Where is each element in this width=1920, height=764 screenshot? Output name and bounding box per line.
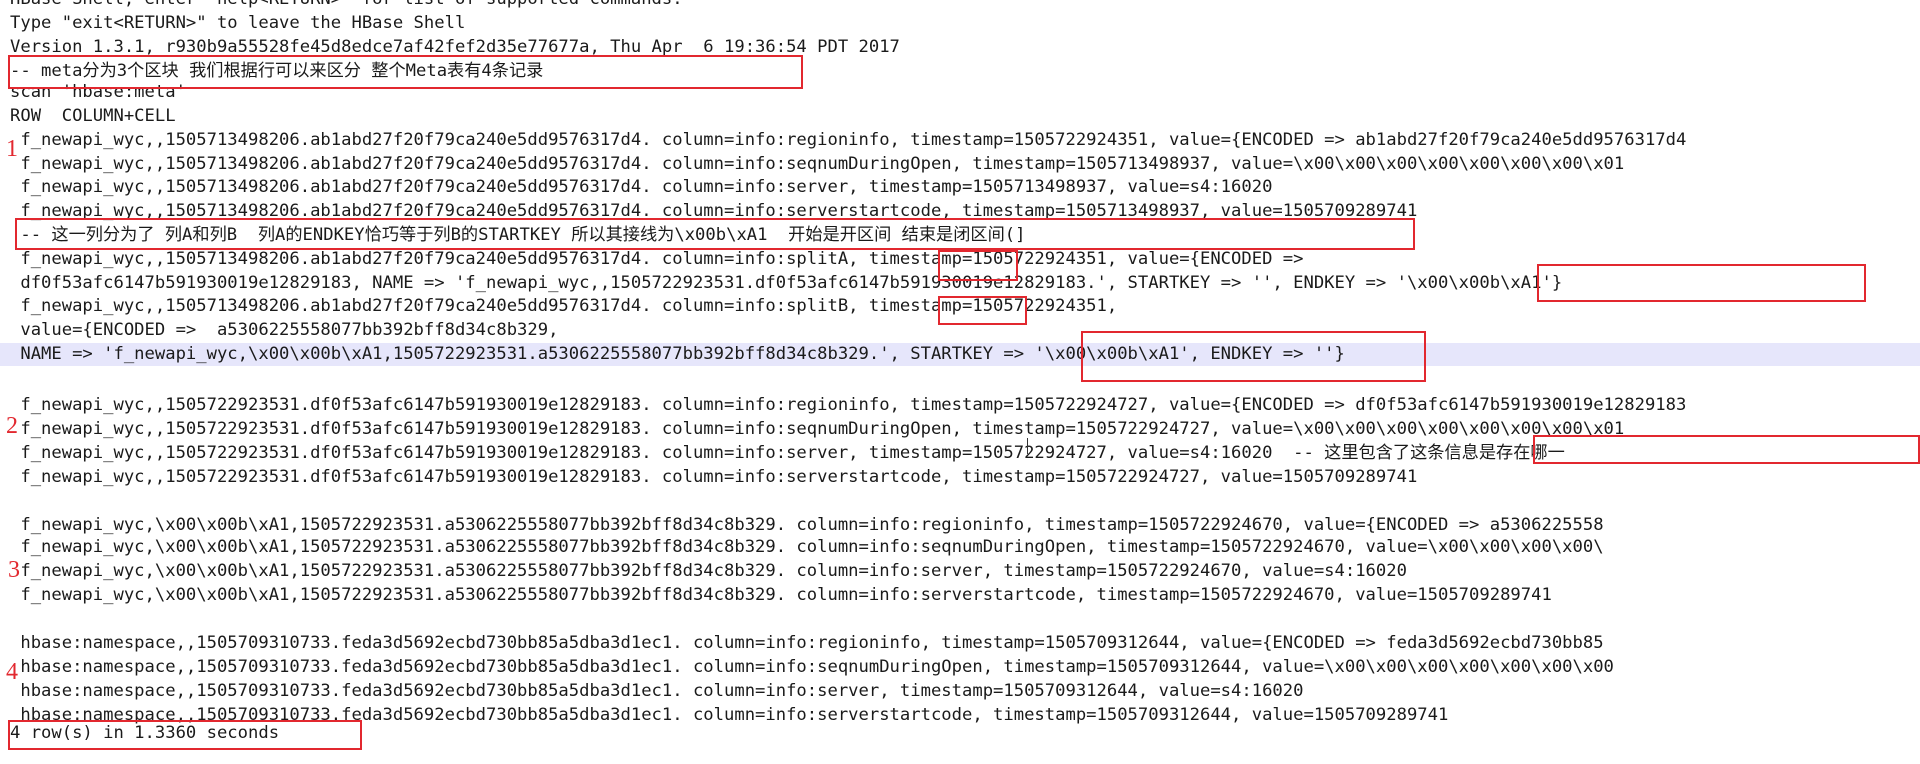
terminal-line-text: ROW COLUMN+CELL	[10, 106, 176, 126]
terminal-line: f_newapi_wyc,\x00\x00b\xA1,1505722923531…	[0, 560, 1920, 583]
terminal-line-text: value={ENCODED => a5306225558077bb392bff…	[10, 320, 559, 340]
rowcount-box	[8, 720, 362, 750]
terminal-line-text: f_newapi_wyc,,1505713498206.ab1abd27f20f…	[10, 130, 1687, 150]
section-number-1: 1	[6, 136, 18, 162]
section-number-2: 2	[6, 413, 18, 439]
terminal-line-text: df0f53afc6147b591930019e12829183, NAME =…	[10, 273, 1563, 293]
terminal-line-text: f_newapi_wyc,,1505722923531.df0f53afc614…	[10, 419, 1625, 439]
terminal-line: f_newapi_wyc,,1505722923531.df0f53afc614…	[0, 394, 1920, 417]
splitA-box	[938, 250, 1018, 281]
terminal-line-text: f_newapi_wyc,,1505713498206.ab1abd27f20f…	[10, 154, 1625, 174]
terminal-line-text: hbase:namespace,,1505709310733.feda3d569…	[10, 633, 1604, 653]
meta-comment-box	[8, 55, 803, 89]
terminal-line: ROW COLUMN+CELL	[0, 105, 1920, 128]
terminal-line-text: f_newapi_wyc,\x00\x00b\xA1,1505722923531…	[10, 537, 1604, 557]
terminal-line: hbase:namespace,,1505709310733.feda3d569…	[0, 656, 1920, 679]
terminal-line: f_newapi_wyc,,1505713498206.ab1abd27f20f…	[0, 129, 1920, 152]
terminal-line: f_newapi_wyc,,1505722923531.df0f53afc614…	[0, 466, 1920, 489]
terminal-line-text: HBase Shell; enter 'help<RETURN>' for li…	[10, 0, 683, 9]
section-number-4: 4	[6, 659, 18, 685]
terminal-line-text: hbase:namespace,,1505709310733.feda3d569…	[10, 681, 1304, 701]
terminal-line-text: f_newapi_wyc,,1505722923531.df0f53afc614…	[10, 395, 1687, 415]
terminal-line: Type "exit<RETURN>" to leave the HBase S…	[0, 12, 1920, 35]
terminal-line-text: f_newapi_wyc,\x00\x00b\xA1,1505722923531…	[10, 561, 1407, 581]
terminal-line: HBase Shell; enter 'help<RETURN>' for li…	[0, 0, 1920, 11]
split-comment-box	[15, 218, 1415, 250]
terminal-line: f_newapi_wyc,\x00\x00b\xA1,1505722923531…	[0, 536, 1920, 559]
terminal-screenshot: HBase Shell; enter 'help<RETURN>' for li…	[0, 0, 1920, 764]
terminal-line-text: f_newapi_wyc,,1505713498206.ab1abd27f20f…	[10, 249, 1304, 269]
terminal-line-text: f_newapi_wyc,,1505722923531.df0f53afc614…	[10, 443, 1565, 463]
terminal-line: hbase:namespace,,1505709310733.feda3d569…	[0, 680, 1920, 703]
terminal-line: f_newapi_wyc,\x00\x00b\xA1,1505722923531…	[0, 584, 1920, 607]
terminal-line: f_newapi_wyc,,1505713498206.ab1abd27f20f…	[0, 153, 1920, 176]
terminal-line-text: Type "exit<RETURN>" to leave the HBase S…	[10, 13, 466, 33]
text-cursor	[1027, 438, 1028, 454]
terminal-line-text: Version 1.3.1, r930b9a55528fe45d8edce7af…	[10, 37, 900, 57]
server-comment-box	[1533, 435, 1920, 464]
terminal-line: NAME => 'f_newapi_wyc,\x00\x00b\xA1,1505…	[0, 343, 1920, 366]
terminal-line-text: f_newapi_wyc,\x00\x00b\xA1,1505722923531…	[10, 585, 1552, 605]
terminal-line-text: hbase:namespace,,1505709310733.feda3d569…	[10, 657, 1614, 677]
terminal-line: f_newapi_wyc,\x00\x00b\xA1,1505722923531…	[0, 514, 1920, 537]
terminal-line: hbase:namespace,,1505709310733.feda3d569…	[0, 632, 1920, 655]
terminal-line-text: f_newapi_wyc,,1505713498206.ab1abd27f20f…	[10, 177, 1273, 197]
terminal-line: f_newapi_wyc,,1505713498206.ab1abd27f20f…	[0, 176, 1920, 199]
startkey-box	[1081, 331, 1426, 382]
splitB-box	[938, 296, 1027, 325]
endkey-box	[1537, 264, 1866, 302]
terminal-line-text: f_newapi_wyc,\x00\x00b\xA1,1505722923531…	[10, 515, 1604, 535]
terminal-line-text: f_newapi_wyc,,1505722923531.df0f53afc614…	[10, 467, 1418, 487]
section-number-3: 3	[8, 557, 20, 583]
